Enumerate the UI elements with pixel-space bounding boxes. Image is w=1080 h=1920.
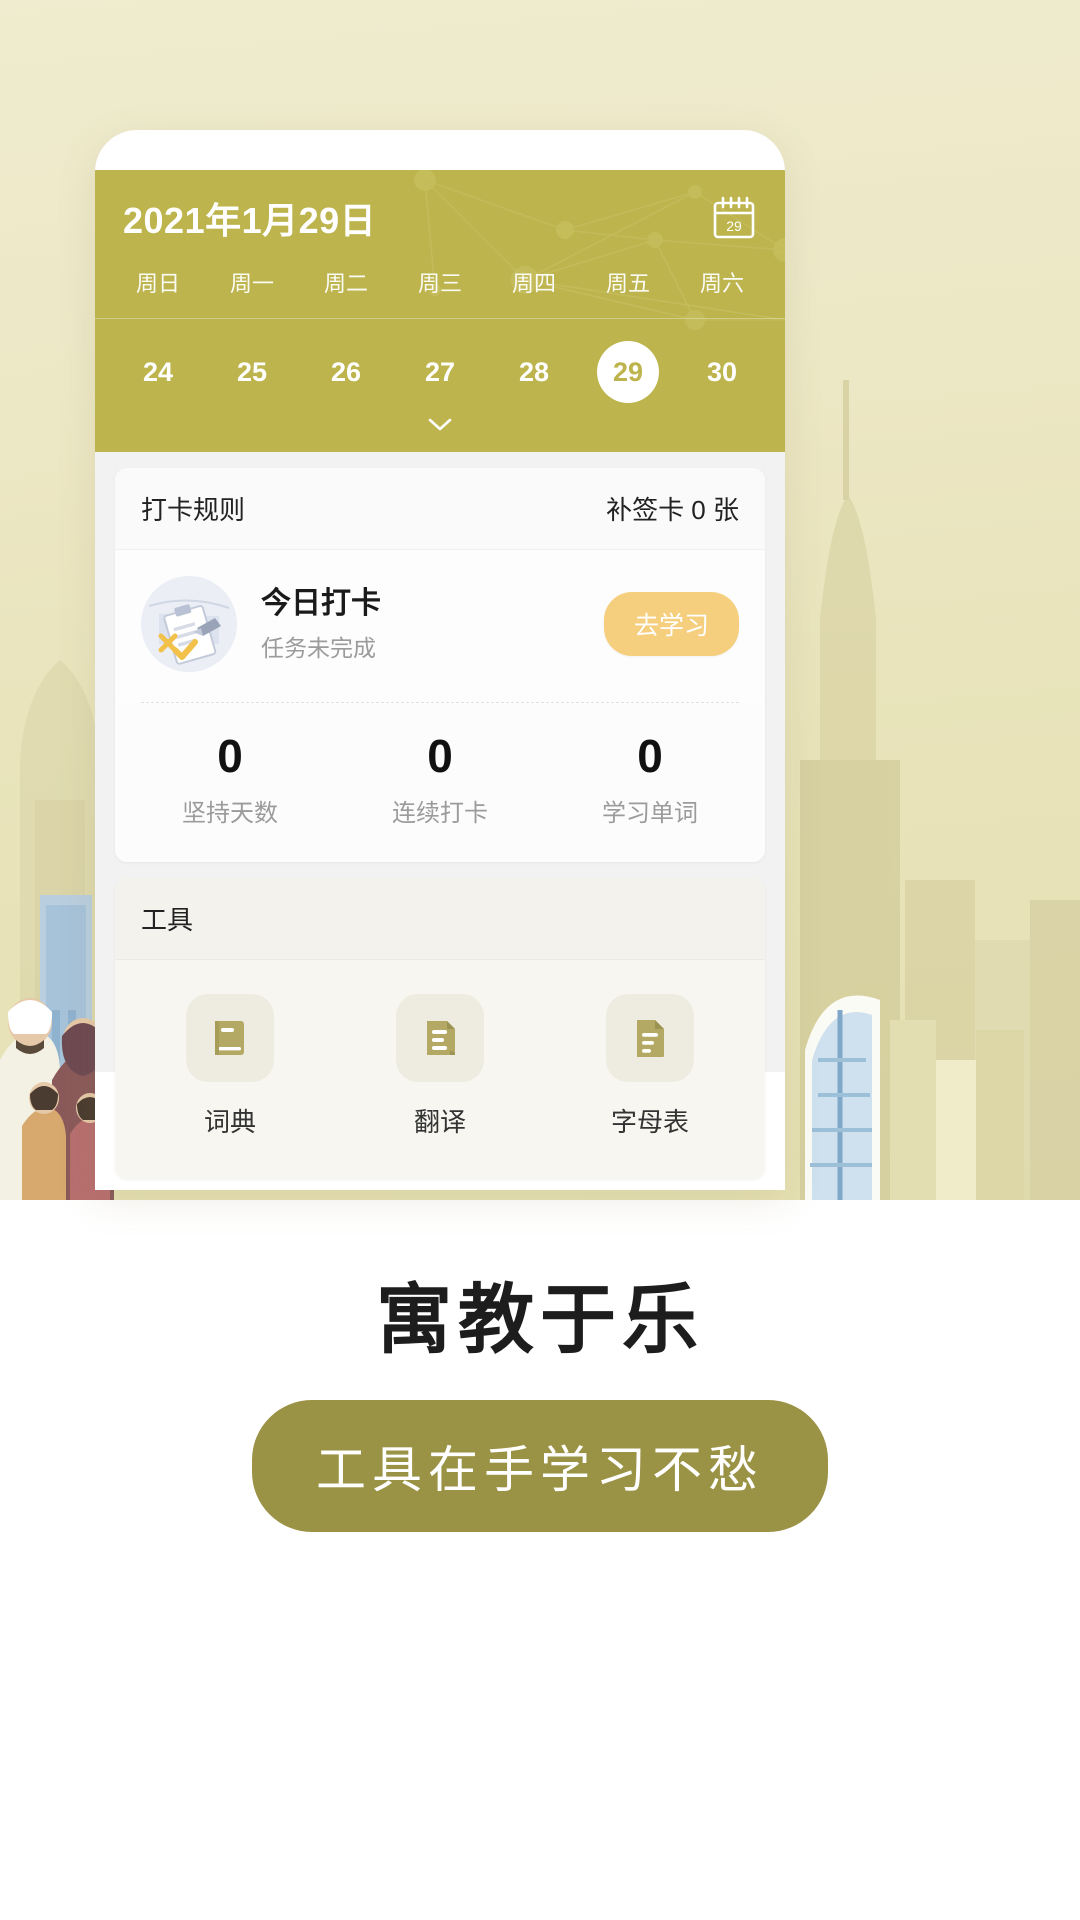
day-row: 24 25 26 27 28 29 30 — [95, 319, 785, 413]
day-label: 27 — [424, 357, 456, 387]
checkin-illustration — [141, 576, 237, 672]
tools-card-header: 工具 — [115, 878, 765, 960]
weekday-row: 周日 周一 周二 周三 周四 周五 周六 — [95, 262, 785, 319]
checkin-card-header: 打卡规则 补签卡 0 张 — [115, 468, 765, 550]
chevron-down-icon — [428, 418, 452, 431]
calendar-icon[interactable]: 29 — [711, 195, 757, 241]
checkin-card: 打卡规则 补签卡 0 张 今日打卡 任务未完成 去学习 0 坚持天数 0 连续打… — [115, 468, 765, 862]
day-cell[interactable]: 25 — [205, 341, 299, 403]
promo-pill-button[interactable]: 工具在手学习不愁 — [252, 1400, 828, 1532]
weekday-fri: 周五 — [605, 271, 650, 296]
weekday-mon: 周一 — [229, 271, 274, 296]
phone-content: 打卡规则 补签卡 0 张 今日打卡 任务未完成 去学习 0 坚持天数 0 连续打… — [95, 452, 785, 1179]
day-cell-selected[interactable]: 29 — [581, 341, 675, 403]
weekday-tue: 周二 — [323, 271, 368, 296]
day-label: 25 — [236, 357, 268, 387]
calendar-glyph: 29 — [713, 196, 755, 239]
alphabet-glyph — [637, 1020, 664, 1057]
stats-row: 0 坚持天数 0 连续打卡 0 学习单词 — [115, 703, 765, 862]
book-icon — [186, 994, 274, 1082]
weekday-sun: 周日 — [135, 271, 180, 296]
stat-label: 连续打卡 — [392, 800, 488, 827]
page-title: 2021年1月29日 — [123, 200, 377, 241]
calendar-icon-day: 29 — [726, 218, 742, 234]
weekday-sat: 周六 — [699, 271, 744, 296]
day-label: 30 — [706, 357, 738, 387]
checkin-text: 今日打卡 任务未完成 — [237, 585, 604, 663]
day-cell[interactable]: 24 — [111, 341, 205, 403]
stat-item-streak: 0 连续打卡 — [335, 733, 545, 828]
translate-glyph — [427, 1021, 455, 1055]
checkin-subtitle: 任务未完成 — [261, 634, 376, 661]
weekday-wed: 周三 — [417, 271, 462, 296]
stat-value: 0 — [217, 730, 243, 782]
stat-label: 坚持天数 — [182, 800, 278, 827]
tool-label: 词典 — [203, 1107, 256, 1137]
calendar-expand-button[interactable] — [95, 413, 785, 452]
tools-card: 工具 词典 翻译 字母表 — [115, 878, 765, 1179]
tools-grid: 词典 翻译 字母表 — [115, 960, 765, 1179]
checkin-rules-link[interactable]: 打卡规则 — [141, 490, 245, 527]
stat-value: 0 — [427, 730, 453, 782]
makeup-cards-count[interactable]: 补签卡 0 张 — [606, 490, 739, 527]
stat-item-words: 0 学习单词 — [545, 733, 755, 828]
day-cell[interactable]: 30 — [675, 341, 769, 403]
tool-label: 翻译 — [413, 1107, 466, 1137]
tool-item-dictionary[interactable]: 词典 — [125, 994, 335, 1139]
calendar-title-row: 2021年1月29日 29 — [95, 170, 785, 262]
day-label: 24 — [142, 357, 174, 387]
day-cell[interactable]: 28 — [487, 341, 581, 403]
file-text-icon — [606, 994, 694, 1082]
weekday-thu: 周四 — [511, 271, 556, 296]
checkin-row: 今日打卡 任务未完成 去学习 — [115, 550, 765, 702]
phone-mockup: 2021年1月29日 29 周日 周一 周二 周三 周四 周五 周六 24 25… — [95, 130, 785, 1190]
day-cell[interactable]: 26 — [299, 341, 393, 403]
tool-label: 字母表 — [610, 1107, 689, 1137]
day-cell[interactable]: 27 — [393, 341, 487, 403]
day-label: 29 — [597, 341, 659, 403]
day-label: 28 — [518, 357, 550, 387]
clipboard-hanging-icon — [141, 576, 237, 672]
stat-value: 0 — [637, 730, 663, 782]
stat-label: 学习单词 — [602, 800, 698, 827]
calendar-header: 2021年1月29日 29 周日 周一 周二 周三 周四 周五 周六 24 25… — [95, 170, 785, 452]
promo-headline: 寓教于乐 — [376, 1278, 704, 1363]
checkin-title: 今日打卡 — [261, 587, 381, 621]
tool-item-translate[interactable]: 翻译 — [335, 994, 545, 1139]
stat-item-days: 0 坚持天数 — [125, 733, 335, 828]
tool-item-alphabet[interactable]: 字母表 — [545, 994, 755, 1139]
book-glyph — [215, 1021, 244, 1055]
go-study-button[interactable]: 去学习 — [603, 592, 739, 656]
document-lines-icon — [396, 994, 484, 1082]
day-label: 26 — [330, 357, 362, 387]
